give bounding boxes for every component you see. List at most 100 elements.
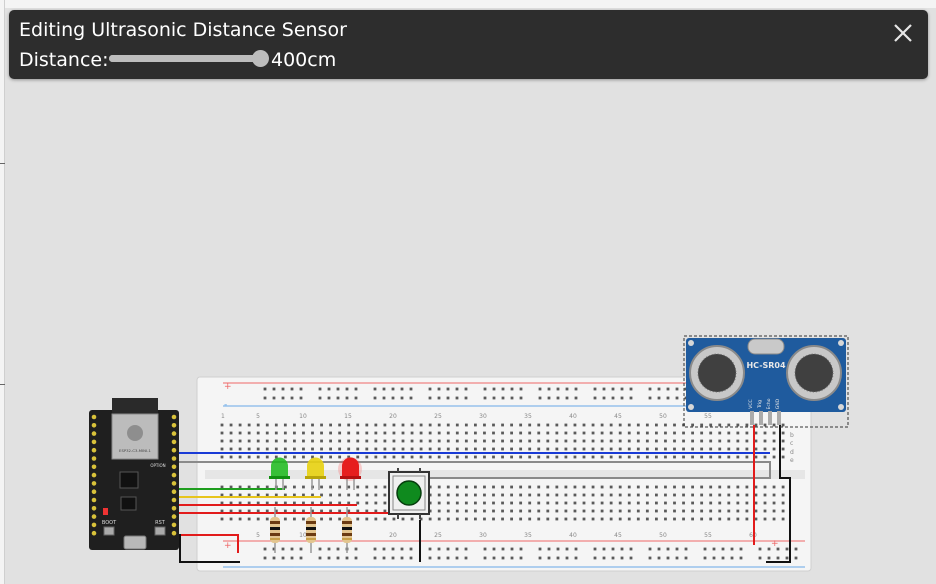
breadboard-hole	[501, 455, 504, 459]
rail-plus-label: +	[771, 539, 779, 549]
breadboard-hole	[691, 517, 694, 521]
breadboard-hole	[655, 447, 658, 451]
breadboard-hole	[302, 509, 305, 513]
breadboard-hole	[428, 423, 432, 427]
breadboard-hole	[437, 517, 441, 521]
breadboard-hole	[347, 501, 351, 505]
breadboard-hole	[537, 439, 541, 443]
breadboard-hole	[238, 517, 242, 521]
rail-hole	[437, 556, 441, 560]
breadboard-hole	[564, 493, 568, 497]
column-number: 5	[256, 532, 260, 539]
breadboard-hole	[329, 455, 332, 459]
breadboard-hole	[582, 517, 586, 521]
breadboard-hole	[700, 493, 704, 497]
board-pin	[91, 522, 97, 528]
breadboard-hole	[546, 509, 550, 513]
rail-hole	[776, 556, 780, 560]
board-pin	[171, 506, 177, 511]
rail-hole	[538, 396, 542, 400]
breadboard-hole	[410, 447, 414, 451]
breadboard-hole	[564, 423, 568, 427]
close-button[interactable]	[892, 22, 914, 44]
breadboard-hole	[700, 455, 704, 459]
rail-hole	[455, 547, 459, 551]
esp32-c3-board[interactable]: ESP32-C3-MINI-1 OPTION BOOT RST	[89, 398, 179, 550]
rail-hole	[464, 396, 468, 400]
breadboard-hole	[383, 493, 387, 497]
breadboard-hole	[320, 485, 323, 489]
board-pin	[91, 447, 97, 453]
breadboard-hole	[691, 501, 694, 505]
rail-hole	[593, 547, 597, 551]
breadboard-hole	[220, 431, 224, 435]
breadboard-hole	[727, 423, 731, 427]
sensor-pin	[777, 411, 781, 425]
breadboard-hole	[501, 431, 504, 435]
chip	[120, 496, 137, 511]
breadboard-hole	[645, 517, 649, 521]
row-letter: b	[790, 432, 794, 439]
breadboard-hole	[691, 485, 694, 489]
breadboard-hole	[763, 493, 767, 497]
breadboard-hole	[220, 455, 224, 459]
rail-hole	[666, 396, 670, 400]
rail-hole	[547, 387, 551, 391]
breadboard-hole	[510, 431, 513, 435]
rail-hole	[345, 556, 349, 560]
rail-hole	[675, 547, 679, 551]
breadboard-hole	[763, 517, 767, 521]
breadboard-hole	[781, 455, 785, 459]
breadboard-hole	[437, 431, 441, 435]
distance-slider-fill	[109, 55, 260, 62]
breadboard-hole	[383, 431, 387, 435]
breadboard-hole	[383, 517, 387, 521]
breadboard-hole	[446, 431, 450, 435]
rail-plus-label: +	[224, 541, 232, 551]
breadboard-hole	[573, 501, 577, 505]
breadboard-hole	[365, 485, 369, 489]
simulation-canvas[interactable]: 510152025303540455055 510152025303540455…	[0, 0, 936, 584]
breadboard-hole	[464, 517, 468, 521]
breadboard-hole	[474, 431, 477, 435]
breadboard-hole	[700, 447, 704, 451]
breadboard-hole	[238, 439, 242, 443]
rail-hole	[455, 396, 459, 400]
breadboard-hole	[356, 455, 360, 459]
push-button[interactable]	[388, 468, 430, 519]
rail-hole	[648, 547, 652, 551]
chip	[119, 471, 139, 489]
column-number: 10	[299, 413, 307, 420]
breadboard-hole	[636, 455, 640, 459]
breadboard-hole	[591, 447, 595, 451]
rail-hole	[281, 396, 285, 400]
rail-hole	[538, 556, 542, 560]
usb-connector	[123, 535, 147, 550]
breadboard-hole	[311, 493, 314, 497]
breadboard-hole	[229, 423, 233, 427]
rail-hole	[373, 547, 377, 551]
breadboard-hole	[410, 423, 414, 427]
distance-slider[interactable]	[109, 50, 269, 67]
breadboard-hole	[591, 455, 595, 459]
breadboard-hole	[636, 431, 640, 435]
breadboard-hole	[655, 493, 658, 497]
breadboard-hole	[573, 493, 577, 497]
breadboard-hole	[256, 517, 260, 521]
breadboard-hole	[673, 447, 676, 451]
rail-hole	[263, 396, 267, 400]
breadboard-hole	[474, 455, 477, 459]
rail-hole	[483, 387, 487, 391]
rail-hole	[556, 547, 560, 551]
breadboard-hole	[781, 493, 785, 497]
rail-hole	[767, 547, 771, 551]
breadboard-hole	[709, 493, 713, 497]
breadboard-hole	[528, 423, 532, 427]
rail-hole	[629, 547, 633, 551]
breadboard-hole	[772, 447, 776, 451]
breadboard-hole	[446, 455, 450, 459]
rail-hole	[382, 396, 386, 400]
rail-hole	[492, 547, 496, 551]
distance-slider-thumb[interactable]	[252, 50, 269, 67]
breadboard-hole	[238, 455, 242, 459]
